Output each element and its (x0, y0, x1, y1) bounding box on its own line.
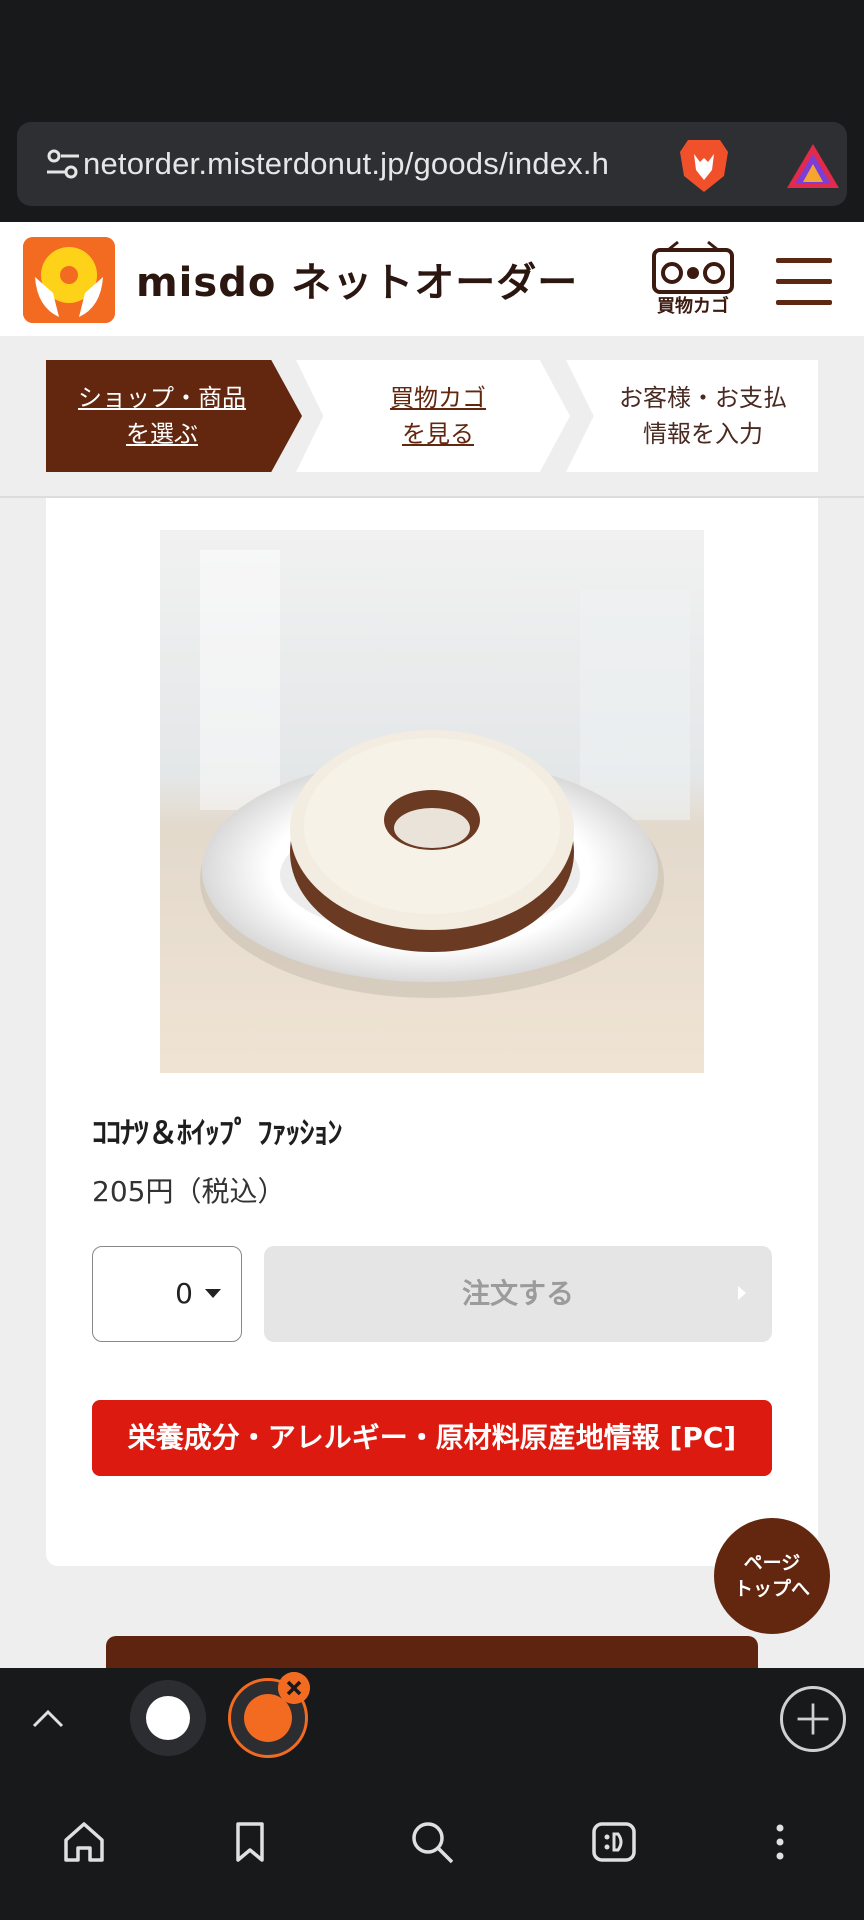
nutrition-info-button[interactable]: 栄養成分・アレルギー・原材料原産地情報 [PC] (92, 1400, 772, 1476)
step-select-shop[interactable]: ショップ・商品 を選ぶ (46, 360, 302, 472)
content-area: ｺｺﾅﾂ＆ﾎｲｯﾌﾟ ﾌｧｯｼｮﾝ 205円（税込） 0 注文する 栄養成分・ア… (0, 498, 864, 1668)
more-vertical-icon[interactable] (756, 1818, 804, 1866)
cart-label[interactable]: 買物カゴ (648, 292, 738, 318)
leo-ai-icon[interactable] (590, 1818, 638, 1866)
step-label: 情報を入力 (643, 420, 763, 448)
product-image (160, 530, 704, 1073)
quantity-select[interactable]: 0 (92, 1246, 242, 1342)
page-top-label: ページ (743, 1552, 801, 1574)
brave-rewards-icon[interactable] (785, 142, 841, 190)
step-label: 買物カゴ (390, 384, 486, 412)
close-tab-icon[interactable] (278, 1672, 310, 1704)
step-customer-info: お客様・お支払 情報を入力 (566, 360, 818, 472)
step-label: を選ぶ (126, 420, 198, 448)
status-bar (0, 0, 864, 110)
search-icon[interactable] (408, 1818, 456, 1866)
home-icon[interactable] (60, 1818, 108, 1866)
order-button[interactable]: 注文する (264, 1246, 772, 1342)
step-label: お客様・お支払 (619, 384, 787, 412)
site-header: misdo ネットオーダー 買物カゴ (0, 222, 864, 336)
product-name: ｺｺﾅﾂ＆ﾎｲｯﾌﾟ ﾌｧｯｼｮﾝ (92, 1116, 342, 1151)
step-view-cart[interactable]: 買物カゴ を見る (296, 360, 570, 472)
browser-toolbar (0, 1770, 864, 1920)
product-card: ｺｺﾅﾂ＆ﾎｲｯﾌﾟ ﾌｧｯｼｮﾝ 205円（税込） 0 注文する 栄養成分・ア… (46, 498, 818, 1566)
footer-banner (106, 1636, 758, 1668)
misdo-logo[interactable] (23, 237, 115, 323)
page-top-button[interactable]: ページ トップへ (714, 1518, 830, 1634)
quantity-value: 0 (175, 1277, 193, 1310)
url-bar[interactable]: netorder.misterdonut.jp/goods/index.h (17, 122, 847, 206)
order-steps: ショップ・商品 を選ぶ 買物カゴを見る お客様・お支払 情報を入力 (0, 336, 864, 498)
chevron-up-icon[interactable] (30, 1704, 66, 1734)
tab-strip (0, 1668, 864, 1770)
bookmark-icon[interactable] (226, 1818, 274, 1866)
step-label: ショップ・商品 (78, 384, 246, 412)
settings-sliders-icon[interactable] (45, 146, 81, 182)
brave-lion-icon[interactable] (678, 136, 730, 194)
url-text[interactable]: netorder.misterdonut.jp/goods/index.h (83, 122, 673, 206)
hamburger-menu-icon[interactable] (776, 258, 832, 305)
caret-down-icon (205, 1289, 221, 1298)
order-button-label: 注文する (461, 1277, 574, 1310)
brand-title: misdo ネットオーダー (136, 260, 579, 306)
nutrition-info-label: 栄養成分・アレルギー・原材料原産地情報 [PC] (127, 1421, 737, 1454)
product-price: 205円（税込） (92, 1175, 286, 1208)
step-label: を見る (402, 420, 474, 448)
tab-thumbnail[interactable] (130, 1680, 206, 1756)
page-top-label: トップへ (733, 1578, 810, 1600)
new-tab-plus-icon[interactable] (780, 1686, 846, 1752)
chevron-right-icon (738, 1286, 746, 1300)
